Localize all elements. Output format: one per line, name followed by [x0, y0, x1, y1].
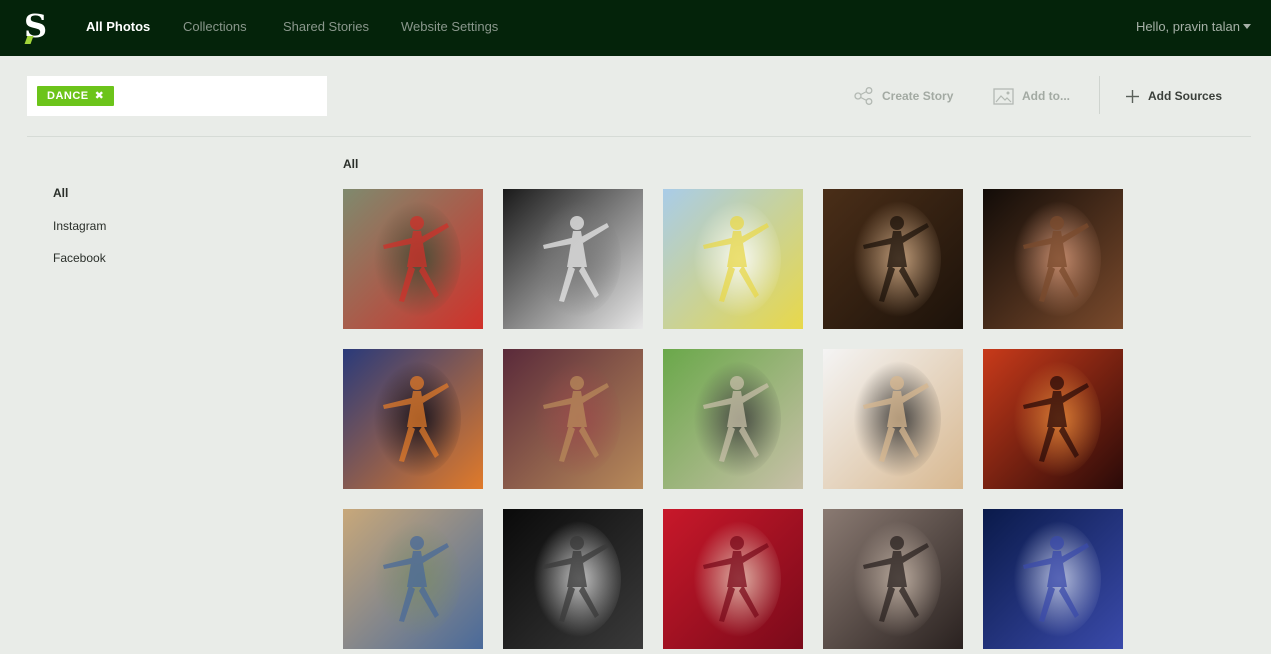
nav-website-settings[interactable]: Website Settings [401, 19, 498, 34]
share-icon [854, 87, 873, 105]
photo-thumbnail[interactable] [823, 349, 963, 489]
photo-image [663, 189, 803, 329]
photo-thumbnail[interactable] [663, 509, 803, 649]
top-nav-bar: S All Photos Collections Shared Stories … [0, 0, 1271, 56]
add-sources-label: Add Sources [1148, 89, 1223, 103]
sidebar-item-all[interactable]: All [53, 186, 68, 200]
add-to-button[interactable]: Add to... [993, 86, 1070, 106]
photo-thumbnail[interactable] [343, 349, 483, 489]
nav-collections[interactable]: Collections [183, 19, 247, 34]
photo-thumbnail[interactable] [983, 509, 1123, 649]
plus-icon [1126, 89, 1139, 103]
photo-thumbnail[interactable] [663, 189, 803, 329]
create-story-label: Create Story [882, 89, 954, 103]
section-title: All [343, 157, 359, 171]
photo-thumbnail[interactable] [343, 189, 483, 329]
add-sources-button[interactable]: Add Sources [1125, 86, 1222, 106]
photo-image [823, 509, 963, 649]
create-story-button[interactable]: Create Story [854, 86, 953, 106]
remove-tag-icon[interactable]: ✖ [95, 90, 105, 102]
photo-image [823, 349, 963, 489]
app-logo[interactable]: S [24, 7, 50, 45]
photo-image [343, 189, 483, 329]
filter-tag: DANCE ✖ [37, 86, 115, 106]
photo-thumbnail[interactable] [503, 509, 643, 649]
photo-image [503, 349, 643, 489]
photo-thumbnail[interactable] [983, 189, 1123, 329]
photo-image [983, 509, 1123, 649]
photo-thumbnail[interactable] [823, 509, 963, 649]
photo-thumbnail[interactable] [663, 349, 803, 489]
photo-thumbnail[interactable] [503, 349, 643, 489]
user-greeting: Hello, pravin talan [1135, 19, 1240, 34]
photo-image [823, 189, 963, 329]
toolbar-divider [1099, 76, 1100, 114]
photo-image [503, 509, 643, 649]
photo-thumbnail[interactable] [823, 189, 963, 329]
nav-all-photos[interactable]: All Photos [86, 19, 150, 34]
photo-image [663, 509, 803, 649]
sidebar-item-facebook[interactable]: Facebook [53, 251, 106, 265]
photo-image [503, 189, 643, 329]
photo-image [663, 349, 803, 489]
photo-thumbnail[interactable] [503, 189, 643, 329]
photo-image [983, 349, 1123, 489]
header-divider [27, 136, 1251, 137]
chevron-down-icon [1243, 24, 1251, 29]
image-icon [993, 87, 1014, 105]
nav-shared-stories[interactable]: Shared Stories [283, 19, 369, 34]
photo-thumbnail[interactable] [983, 349, 1123, 489]
add-to-label: Add to... [1022, 89, 1070, 103]
sidebar-item-instagram[interactable]: Instagram [53, 219, 106, 233]
tag-filter-input[interactable]: DANCE ✖ [27, 76, 327, 116]
filter-tag-label: DANCE [47, 90, 89, 102]
user-menu[interactable]: Hello, pravin talan [1136, 19, 1251, 34]
photo-image [343, 509, 483, 649]
photo-image [343, 349, 483, 489]
photo-thumbnail[interactable] [343, 509, 483, 649]
photo-image [983, 189, 1123, 329]
